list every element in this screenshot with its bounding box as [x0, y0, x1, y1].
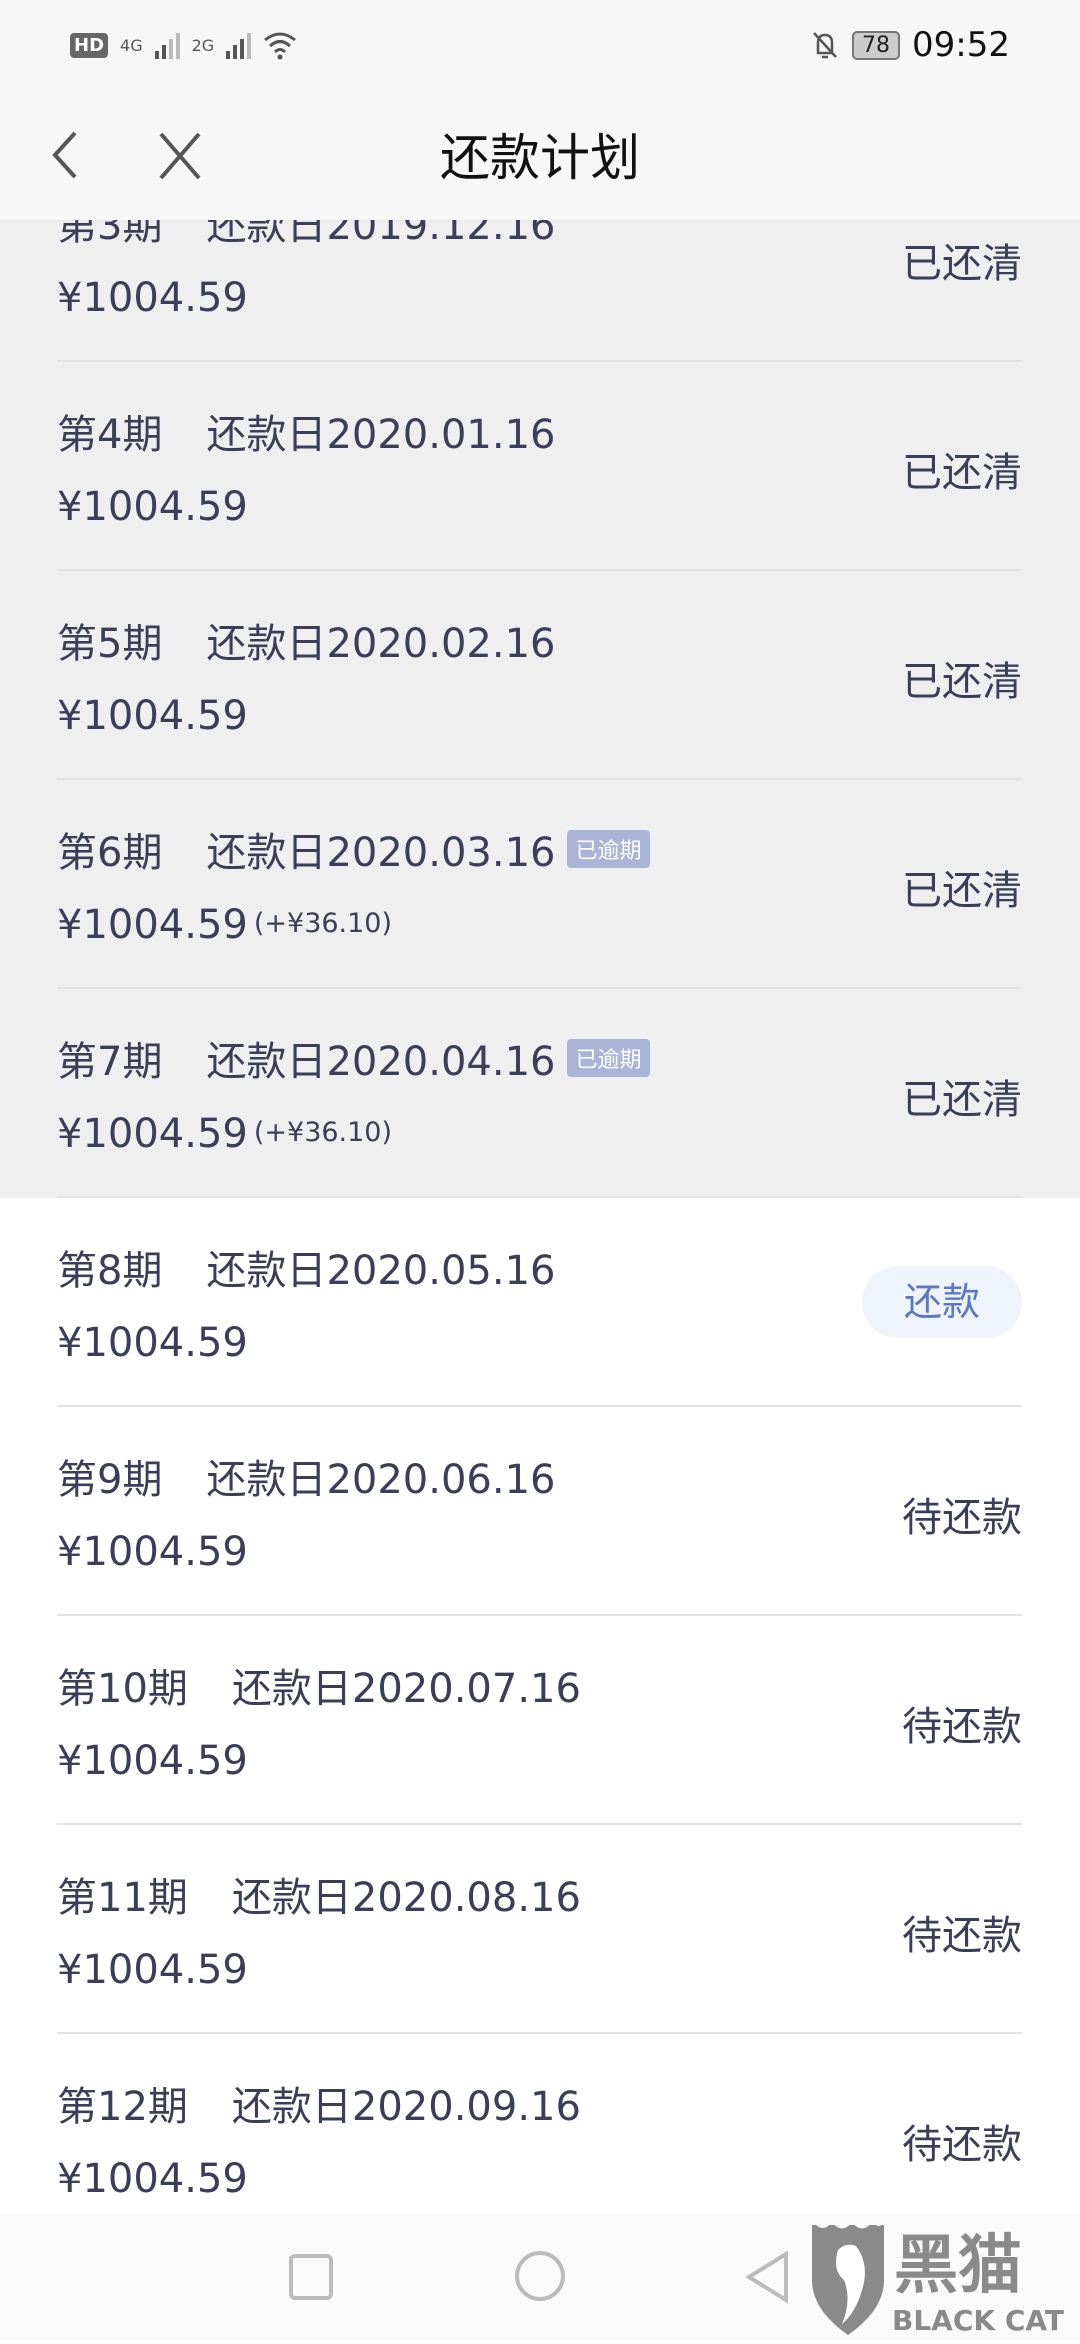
due-date: 还款日2020.08.16 [231, 1875, 581, 1921]
installment-row[interactable]: 第7期 还款日2020.04.16 已逾期 ¥1004.59 (+¥36.10) 已还清 [0, 989, 1080, 1198]
installment-row[interactable]: 第8期 还款日2020.05.16 ¥1004.59 还款 [0, 1198, 1080, 1407]
black-cat-watermark: 黑猫 BLACK CAT [812, 2220, 1080, 2340]
installment-header: 第6期 还款日2020.03.16 已逾期 [57, 820, 650, 878]
watermark-cn: 黑猫 [894, 2229, 1022, 2303]
overdue-badge: 已逾期 [567, 1039, 650, 1077]
amount-line: ¥1004.59 [57, 1738, 248, 1784]
nav-header: 还款计划 [0, 90, 1080, 220]
period-label: 第11期 [57, 1875, 188, 1921]
status-label: 待还款 [902, 1704, 1022, 1750]
installment-row[interactable]: 第6期 还款日2020.03.16 已逾期 ¥1004.59 (+¥36.10) 已还清 [0, 780, 1080, 989]
period-label: 第9期 [57, 1457, 163, 1503]
period-label: 第10期 [57, 1666, 188, 1712]
installment-row[interactable]: 第5期 还款日2020.02.16 ¥1004.59 已还清 [0, 571, 1080, 780]
installment-header: 第5期 还款日2020.02.16 [57, 611, 555, 669]
amount-line: ¥1004.59 (+¥36.10) [57, 1111, 392, 1157]
amount-line: ¥1004.59 (+¥36.10) [57, 902, 392, 948]
network-4g-label: 4G [120, 35, 143, 55]
due-date: 还款日2020.03.16 [206, 830, 556, 876]
amount: ¥1004.59 [57, 1320, 248, 1366]
installment-row[interactable]: 第4期 还款日2020.01.16 ¥1004.59 已还清 [0, 362, 1080, 571]
recents-square-icon[interactable] [288, 2253, 334, 2301]
installment-row[interactable]: 第10期 还款日2020.07.16 ¥1004.59 待还款 [0, 1616, 1080, 1825]
due-date: 还款日2020.02.16 [206, 621, 556, 667]
installment-header: 第10期 还款日2020.07.16 [57, 1656, 581, 1714]
amount: ¥1004.59 [57, 1529, 248, 1575]
network-2g-label: 2G [191, 35, 215, 55]
status-label: 已还清 [902, 241, 1022, 287]
status-label: 已还清 [902, 450, 1022, 496]
installment-row[interactable]: 第9期 还款日2020.06.16 ¥1004.59 待还款 [0, 1407, 1080, 1616]
status-label: 已还清 [902, 868, 1022, 914]
amount: ¥1004.59 [57, 1111, 248, 1157]
period-label: 第4期 [57, 412, 163, 458]
home-circle-icon[interactable] [512, 2248, 568, 2304]
due-date: 还款日2020.01.16 [206, 412, 556, 458]
status-label: 待还款 [902, 2122, 1022, 2168]
status-label: 已还清 [902, 659, 1022, 705]
hd-icon: HD [70, 32, 109, 58]
period-label: 第7期 [57, 1039, 163, 1085]
status-label: 已还清 [902, 1077, 1022, 1123]
signal-icon [154, 31, 180, 59]
back-triangle-icon[interactable] [744, 2250, 790, 2304]
wifi-icon [264, 32, 297, 60]
amount-line: ¥1004.59 [57, 484, 248, 530]
watermark-en: BLACK CAT [892, 2304, 1064, 2337]
due-date: 还款日2020.06.16 [206, 1457, 556, 1503]
signal-icon [226, 31, 252, 59]
amount-line: ¥1004.59 [57, 2156, 248, 2202]
installment-header: 第7期 还款日2020.04.16 已逾期 [57, 1029, 650, 1087]
status-label: 待还款 [902, 1913, 1022, 1959]
due-date: 还款日2020.05.16 [206, 1248, 556, 1294]
amount: ¥1004.59 [57, 902, 248, 948]
overdue-badge: 已逾期 [567, 830, 650, 868]
amount: ¥1004.59 [57, 1738, 248, 1784]
amount: ¥1004.59 [57, 2156, 248, 2202]
due-date: 还款日2020.09.16 [231, 2084, 581, 2130]
amount-line: ¥1004.59 [57, 1947, 248, 1993]
installment-header: 第9期 还款日2020.06.16 [57, 1447, 555, 1505]
status-bar: HD 4G 2G 78 09:52 [0, 0, 1080, 90]
installment-row[interactable]: 第12期 还款日2020.09.16 ¥1004.59 待还款 [0, 2034, 1080, 2243]
status-label: 待还款 [902, 1495, 1022, 1541]
amount: ¥1004.59 [57, 484, 248, 530]
installment-header: 第11期 还款日2020.08.16 [57, 1865, 581, 1923]
amount: ¥1004.59 [57, 275, 248, 321]
bell-muted-icon [813, 32, 837, 59]
repay-button[interactable]: 还款 [862, 1266, 1022, 1338]
amount: ¥1004.59 [57, 693, 248, 739]
amount: ¥1004.59 [57, 1947, 248, 1993]
amount-line: ¥1004.59 [57, 693, 248, 739]
page-title: 还款计划 [440, 129, 640, 187]
installment-header: 第8期 还款日2020.05.16 [57, 1238, 555, 1296]
clock: 09:52 [912, 25, 1010, 65]
battery-indicator: 78 [852, 30, 901, 60]
due-date: 还款日2020.04.16 [206, 1039, 556, 1085]
amount-line: ¥1004.59 [57, 1529, 248, 1575]
period-label: 第8期 [57, 1248, 163, 1294]
cat-shield-logo-icon: 黑猫 BLACK CAT [812, 2220, 1064, 2337]
penalty-amount: (+¥36.10) [253, 908, 393, 939]
amount-line: ¥1004.59 [57, 275, 248, 321]
repayment-list[interactable]: 第3期 还款日2019.12.16 ¥1004.59 已还清 第4期 还款日2020.01… [0, 153, 1080, 2243]
installment-header: 第12期 还款日2020.09.16 [57, 2074, 581, 2132]
penalty-amount: (+¥36.10) [253, 1117, 393, 1148]
period-label: 第5期 [57, 621, 163, 667]
period-label: 第12期 [57, 2084, 188, 2130]
amount-line: ¥1004.59 [57, 1320, 248, 1366]
period-label: 第6期 [57, 830, 163, 876]
due-date: 还款日2020.07.16 [231, 1666, 581, 1712]
installment-row[interactable]: 第11期 还款日2020.08.16 ¥1004.59 待还款 [0, 1825, 1080, 2034]
installment-header: 第4期 还款日2020.01.16 [57, 402, 555, 460]
